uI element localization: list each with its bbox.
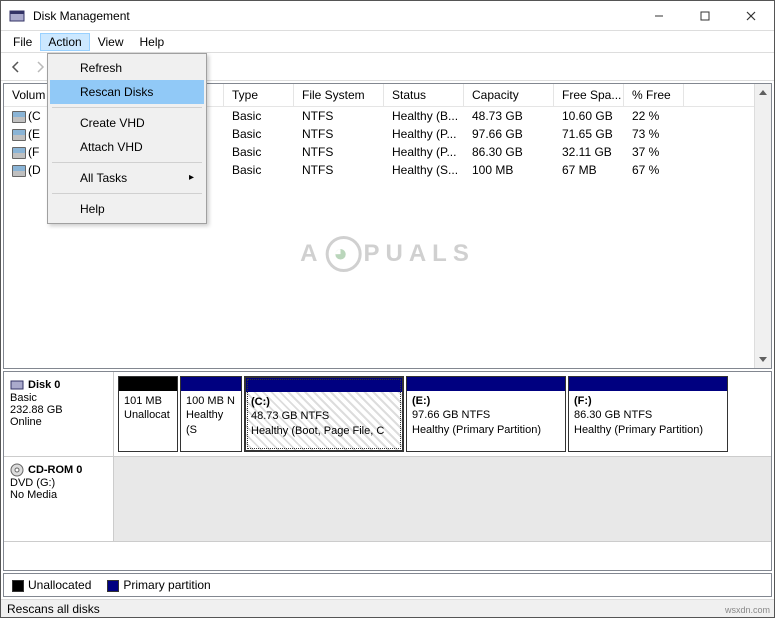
action-dropdown: Refresh Rescan Disks Create VHD Attach V… (47, 53, 207, 224)
menu-all-tasks[interactable]: All Tasks▸ (50, 166, 204, 190)
partition[interactable]: (E:)97.66 GB NTFSHealthy (Primary Partit… (406, 376, 566, 452)
menu-rescan-disks[interactable]: Rescan Disks (50, 80, 204, 104)
col-status[interactable]: Status (384, 84, 464, 106)
partition[interactable]: 100 MB NHealthy (S (180, 376, 242, 452)
legend-unallocated: Unallocated (12, 578, 91, 592)
menubar: File Action View Help (1, 31, 774, 53)
titlebar: Disk Management (1, 1, 774, 31)
separator-icon (52, 107, 202, 108)
window-title: Disk Management (33, 9, 636, 23)
menu-view[interactable]: View (90, 33, 132, 51)
drive-icon (12, 129, 26, 141)
back-button[interactable] (5, 56, 27, 78)
disk-info[interactable]: Disk 0Basic232.88 GBOnline (4, 372, 114, 456)
menu-attach-vhd[interactable]: Attach VHD (50, 135, 204, 159)
legend-primary: Primary partition (107, 578, 210, 592)
col-pctfree[interactable]: % Free (624, 84, 684, 106)
disk-info[interactable]: CD-ROM 0DVD (G:)No Media (4, 457, 114, 541)
menu-file[interactable]: File (5, 33, 40, 51)
separator-icon (52, 193, 202, 194)
status-text: Rescans all disks (7, 602, 100, 616)
col-filesystem[interactable]: File System (294, 84, 384, 106)
partition[interactable]: (C:)48.73 GB NTFSHealthy (Boot, Page Fil… (244, 376, 404, 452)
cdrom-icon (10, 463, 24, 477)
disk-row: CD-ROM 0DVD (G:)No Media (4, 457, 771, 542)
minimize-button[interactable] (636, 1, 682, 31)
partition[interactable]: 101 MBUnallocat (118, 376, 178, 452)
menu-refresh[interactable]: Refresh (50, 56, 204, 80)
swatch-blue-icon (107, 580, 119, 592)
col-capacity[interactable]: Capacity (464, 84, 554, 106)
app-icon (9, 8, 25, 24)
menu-create-vhd[interactable]: Create VHD (50, 111, 204, 135)
partition[interactable]: (F:)86.30 GB NTFSHealthy (Primary Partit… (568, 376, 728, 452)
close-button[interactable] (728, 1, 774, 31)
watermark: A ◕ PUALS (300, 236, 475, 272)
drive-icon (12, 147, 26, 159)
drive-icon (12, 165, 26, 177)
disk-row: Disk 0Basic232.88 GBOnline101 MBUnalloca… (4, 372, 771, 457)
maximize-button[interactable] (682, 1, 728, 31)
watermark-logo-icon: ◕ (326, 236, 362, 272)
disk-icon (10, 378, 24, 392)
attribution: wsxdn.com (725, 605, 770, 615)
vertical-scrollbar[interactable] (754, 84, 771, 368)
swatch-black-icon (12, 580, 24, 592)
chevron-right-icon: ▸ (189, 172, 194, 183)
disk-partitions: 101 MBUnallocat100 MB NHealthy (S(C:)48.… (114, 372, 771, 456)
menu-help[interactable]: Help (132, 33, 173, 51)
graphical-pane: Disk 0Basic232.88 GBOnline101 MBUnalloca… (3, 371, 772, 571)
drive-icon (12, 111, 26, 123)
col-freespace[interactable]: Free Spa... (554, 84, 624, 106)
disk-partitions (114, 457, 771, 541)
menu-action[interactable]: Action (40, 33, 89, 51)
statusbar: Rescans all disks (1, 599, 774, 617)
col-type[interactable]: Type (224, 84, 294, 106)
menu-help-item[interactable]: Help (50, 197, 204, 221)
separator-icon (52, 162, 202, 163)
legend: Unallocated Primary partition (3, 573, 772, 597)
